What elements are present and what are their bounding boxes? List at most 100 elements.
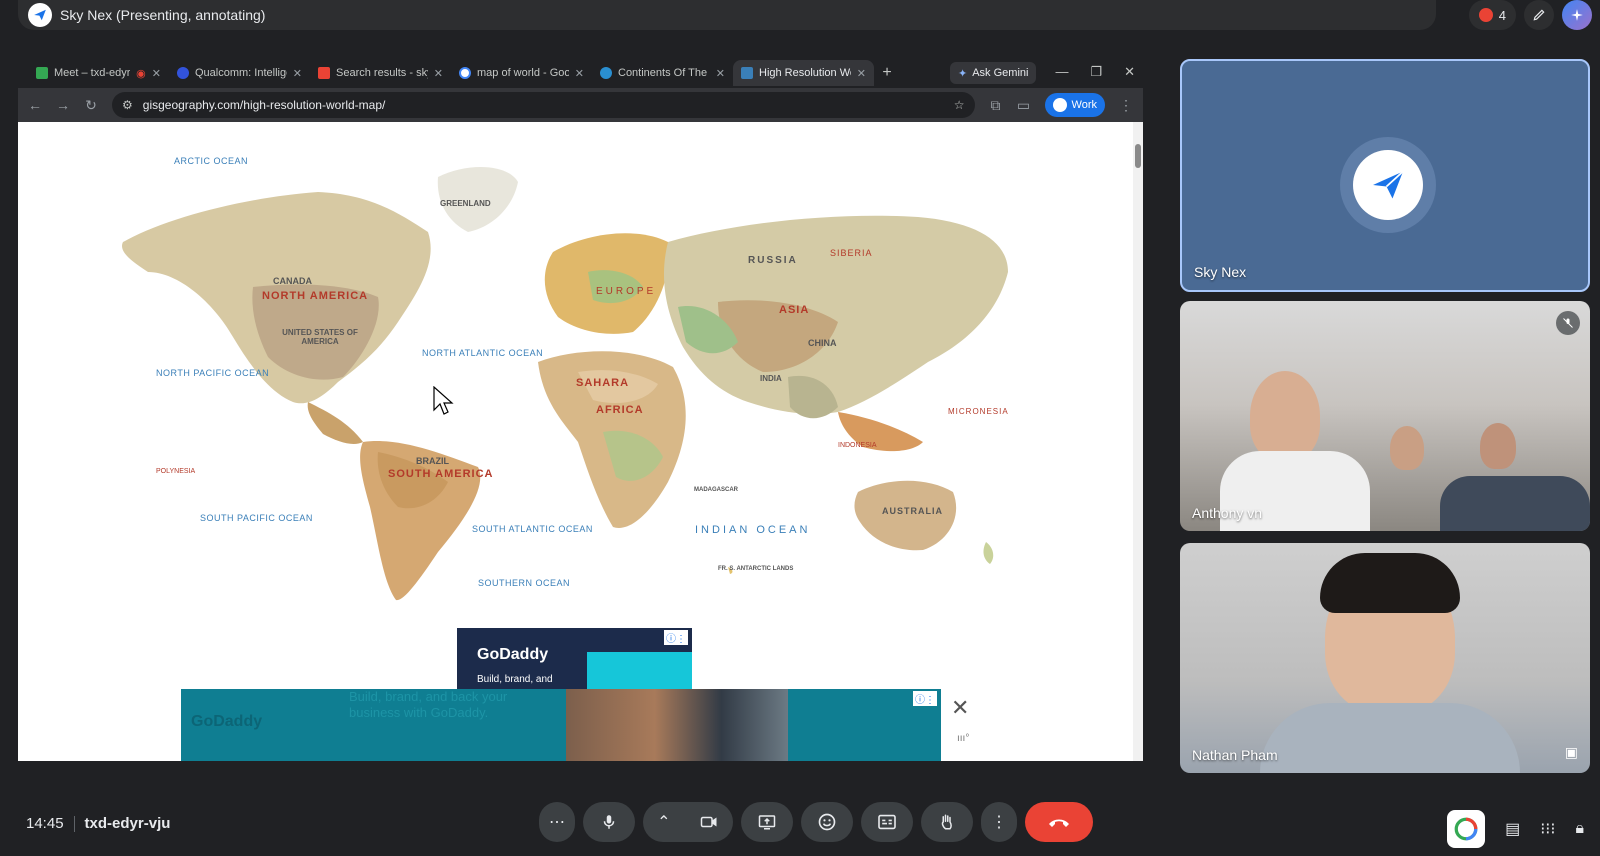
more-vertical-icon: ⋮ bbox=[991, 814, 1007, 831]
extensions-icon[interactable]: ⧉ bbox=[989, 97, 1003, 114]
participant-tile-sky-nex[interactable]: Sky Nex bbox=[1180, 59, 1590, 292]
url-text: gisgeography.com/high-resolution-world-m… bbox=[142, 98, 386, 112]
bookmark-star-icon[interactable]: ☆ bbox=[954, 98, 965, 112]
participant-count: 4 bbox=[1498, 7, 1506, 23]
page-scrollbar[interactable] bbox=[1133, 122, 1143, 761]
app-launcher-icon[interactable] bbox=[1447, 810, 1486, 848]
ad-tagline-line-2: business with GoDaddy. bbox=[349, 705, 489, 720]
divider bbox=[73, 815, 75, 832]
site-info-icon[interactable]: ⚙ bbox=[122, 98, 133, 112]
close-tab-icon[interactable]: ✕ bbox=[575, 67, 584, 80]
close-tab-icon[interactable]: ✕ bbox=[857, 67, 866, 80]
back-icon[interactable]: ← bbox=[28, 97, 42, 113]
tab-qualcomm[interactable]: Qualcomm: Intellige ✕ bbox=[169, 60, 310, 86]
scrollbar-thumb[interactable] bbox=[1135, 144, 1141, 168]
presenting-bar: Sky Nex (Presenting, annotating) bbox=[18, 0, 1436, 30]
address-bar[interactable]: ⚙ gisgeography.com/high-resolution-world… bbox=[112, 92, 975, 118]
meet-favicon-icon bbox=[36, 67, 48, 79]
close-tab-icon[interactable]: ✕ bbox=[434, 67, 443, 80]
captions-button[interactable] bbox=[861, 802, 913, 842]
present-screen-button[interactable] bbox=[741, 802, 793, 842]
participants-button[interactable]: 4 bbox=[1468, 0, 1516, 30]
tab-label: Meet – txd-edyr bbox=[54, 67, 131, 79]
microphone-icon bbox=[603, 815, 615, 829]
tab-google-search[interactable]: map of world - Goo ✕ bbox=[451, 60, 592, 86]
chat-icon[interactable]: ▤ bbox=[1505, 819, 1520, 839]
ask-gemini-label: Ask Gemini bbox=[972, 67, 1029, 79]
close-ad-icon[interactable]: ✕ bbox=[951, 695, 969, 721]
participant-tile-anthony-vn[interactable]: Anthony vn bbox=[1180, 301, 1590, 531]
gisgeography-favicon-icon bbox=[741, 67, 753, 79]
minimize-icon[interactable]: — bbox=[1055, 64, 1068, 80]
reload-icon[interactable]: ↻ bbox=[84, 97, 98, 114]
microphone-button[interactable] bbox=[583, 802, 635, 842]
profile-button[interactable]: Work bbox=[1044, 93, 1105, 117]
tab-label: High Resolution Wo bbox=[759, 67, 851, 79]
map-label: EUROPE bbox=[596, 286, 657, 297]
hand-icon bbox=[941, 814, 952, 830]
cast-icon[interactable]: ▭ bbox=[1017, 97, 1031, 114]
close-tab-icon[interactable]: ✕ bbox=[152, 67, 161, 80]
ad-image bbox=[587, 652, 692, 690]
tab-high-resolution-map[interactable]: High Resolution Wo ✕ bbox=[733, 60, 874, 86]
forward-icon[interactable]: → bbox=[56, 97, 70, 113]
ad-photo bbox=[566, 689, 788, 761]
ad-tagline-line-1: Build, brand, and back your bbox=[349, 689, 508, 704]
more-options-button[interactable]: ⋮ bbox=[981, 802, 1017, 842]
leave-call-button[interactable] bbox=[1025, 802, 1093, 842]
map-label: SOUTH AMERICA bbox=[388, 468, 494, 480]
tab-gmail[interactable]: Search results - sky ✕ bbox=[310, 60, 451, 86]
map-label: SOUTH ATLANTIC OCEAN bbox=[472, 524, 593, 534]
participant-name: Anthony vn bbox=[1192, 505, 1263, 521]
host-controls-lock-icon[interactable]: 🔒︎ bbox=[1575, 820, 1584, 838]
ad-info-icon[interactable]: ⓘ⋮ bbox=[664, 630, 688, 645]
top-right-controls: 4 bbox=[1468, 0, 1592, 30]
map-label: SOUTHERN OCEAN bbox=[478, 578, 571, 588]
godaddy-banner-ad[interactable]: GoDaddy Build, brand, and back your busi… bbox=[181, 689, 941, 761]
ask-gemini-button[interactable]: ✦ Ask Gemini bbox=[950, 62, 1037, 84]
presenting-title: Sky Nex (Presenting, annotating) bbox=[60, 7, 266, 23]
map-label: MADAGASCAR bbox=[694, 487, 738, 493]
annotate-button[interactable] bbox=[1524, 0, 1554, 30]
camera-button[interactable]: ⌃ bbox=[643, 802, 733, 842]
tab-meet[interactable]: Meet – txd-edyr ◉ ✕ bbox=[28, 60, 169, 86]
sparkle-icon bbox=[1571, 9, 1583, 21]
raise-hand-button[interactable] bbox=[921, 802, 973, 842]
pip-icon[interactable]: ▣ bbox=[1565, 744, 1578, 761]
close-tab-icon[interactable]: ✕ bbox=[293, 67, 302, 80]
new-tab-button[interactable]: + bbox=[874, 64, 900, 82]
google-favicon-icon bbox=[459, 67, 471, 79]
map-label: ARCTIC OCEAN bbox=[174, 156, 249, 166]
qualcomm-favicon-icon bbox=[177, 67, 189, 79]
activities-grid-icon[interactable]: ⁝⁝⁝ bbox=[1540, 819, 1555, 839]
map-label: SAHARA bbox=[576, 377, 630, 389]
mouse-cursor-icon bbox=[433, 386, 454, 415]
participant-tile-nathan-pham[interactable]: Nathan Pham ▣ bbox=[1180, 543, 1590, 773]
person-figure bbox=[1480, 423, 1516, 469]
close-tab-icon[interactable]: ✕ bbox=[716, 67, 725, 80]
world-map: ARCTIC OCEAN GREENLAND RUSSIA SIBERIA CA… bbox=[18, 122, 1133, 622]
captions-icon bbox=[878, 814, 896, 830]
menu-kebab-icon[interactable]: ⋮ bbox=[1119, 97, 1133, 114]
restore-icon[interactable]: ❐ bbox=[1090, 64, 1102, 80]
godaddy-ad-small[interactable]: GoDaddy Build, brand, and ⓘ⋮ bbox=[457, 628, 692, 690]
tab-continents[interactable]: Continents Of The W ✕ bbox=[592, 60, 733, 86]
meeting-code: txd-edyr-vju bbox=[84, 815, 171, 832]
ad-info-icon[interactable]: ⓘ⋮ bbox=[913, 691, 937, 706]
reactions-button[interactable] bbox=[801, 802, 853, 842]
map-label: BRAZIL bbox=[416, 456, 449, 466]
clock: 14:45 bbox=[26, 815, 64, 832]
person-figure bbox=[1390, 426, 1424, 470]
recording-icon: ◉ bbox=[136, 67, 146, 80]
map-label: CANADA bbox=[273, 276, 312, 286]
map-label: INDIA bbox=[760, 374, 782, 383]
close-window-icon[interactable]: ✕ bbox=[1124, 64, 1135, 80]
meeting-info: 14:45 txd-edyr-vju bbox=[26, 815, 170, 832]
gemini-button[interactable] bbox=[1562, 0, 1592, 30]
web-page: ARCTIC OCEAN GREENLAND RUSSIA SIBERIA CA… bbox=[18, 122, 1133, 761]
more-audio-options-button[interactable]: ⋯ bbox=[539, 802, 575, 842]
map-label: ASIA bbox=[779, 304, 810, 316]
avatar-ring bbox=[1340, 137, 1436, 233]
chevron-up-icon[interactable]: ⌃ bbox=[657, 812, 670, 832]
paper-plane-icon bbox=[34, 9, 46, 21]
